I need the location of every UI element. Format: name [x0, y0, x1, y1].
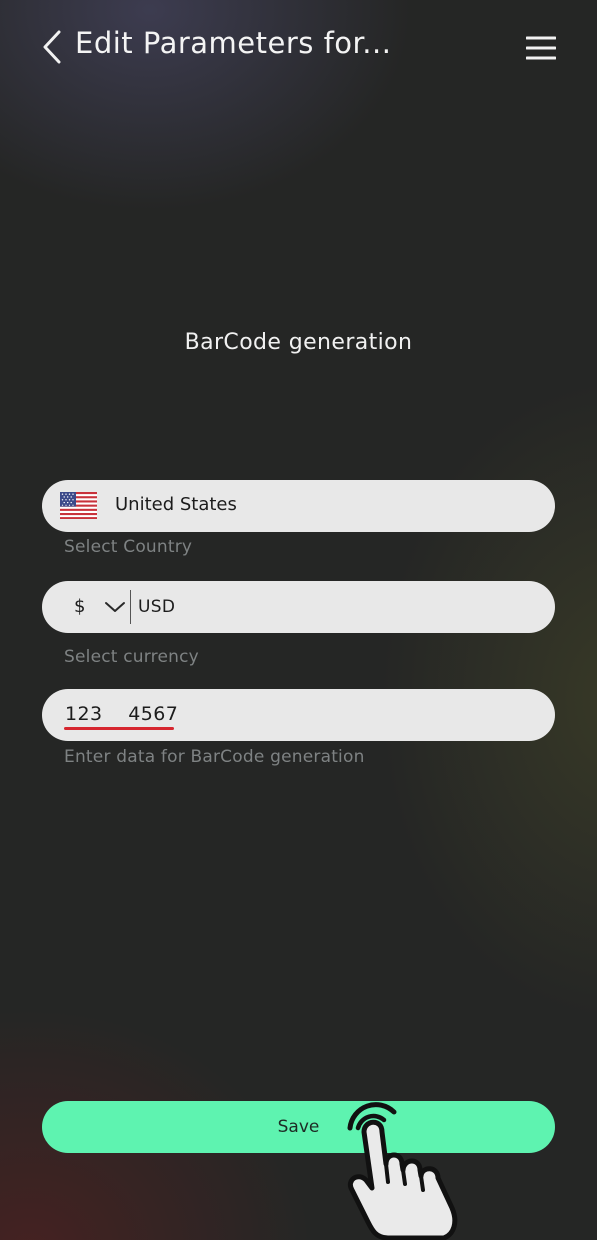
barcode-data-value: 123 4567: [65, 703, 179, 725]
country-selector[interactable]: United States: [42, 480, 555, 532]
spellcheck-underline: [64, 727, 174, 730]
country-helper-text: Select Country: [64, 537, 193, 557]
us-flag-icon: [60, 492, 97, 519]
currency-selector[interactable]: $ USD: [42, 581, 555, 633]
currency-helper-text: Select currency: [64, 647, 199, 667]
save-button-label: Save: [277, 1117, 320, 1137]
app-header: Edit Parameters for...: [0, 0, 597, 95]
currency-divider: [130, 590, 131, 624]
menu-button[interactable]: [520, 30, 562, 66]
save-button[interactable]: Save: [42, 1101, 555, 1153]
chevron-left-icon: [43, 30, 61, 64]
currency-dropdown-button[interactable]: [102, 594, 128, 620]
country-value: United States: [115, 494, 237, 515]
currency-symbol: $: [74, 596, 86, 617]
hamburger-menu-icon: [526, 36, 556, 60]
page-title: Edit Parameters for...: [75, 26, 392, 60]
barcode-data-helper-text: Enter data for BarCode generation: [64, 747, 365, 767]
barcode-data-input[interactable]: 123 4567: [42, 689, 555, 741]
chevron-down-icon: [105, 602, 125, 612]
section-title: BarCode generation: [184, 330, 413, 355]
currency-code: USD: [138, 597, 176, 617]
back-button[interactable]: [36, 26, 68, 68]
